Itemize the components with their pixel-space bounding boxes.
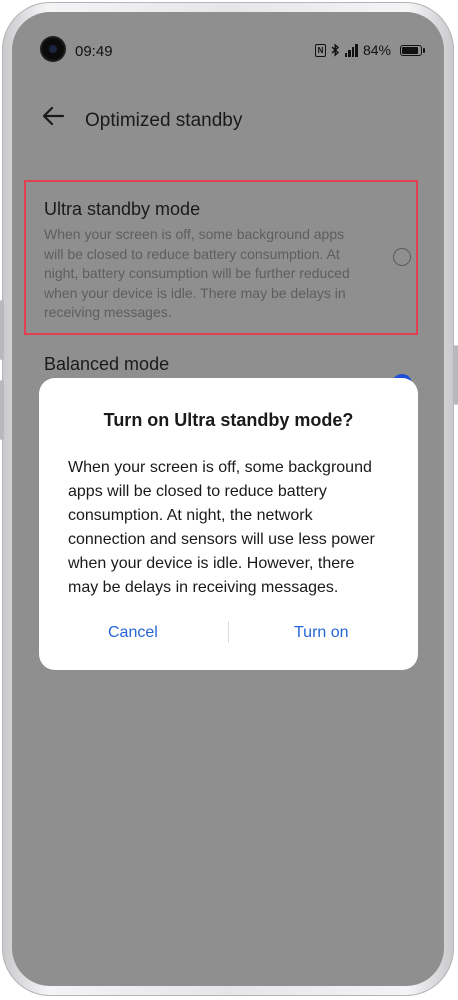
description-line: When your screen is off, some background… bbox=[44, 226, 345, 242]
volume-button-lower bbox=[0, 380, 4, 440]
screen: 09:49 N 84% Optimized standby Ultra stan… bbox=[12, 12, 444, 986]
power-button bbox=[454, 345, 458, 405]
back-arrow-icon bbox=[42, 106, 65, 126]
balanced-mode-title: Balanced mode bbox=[44, 354, 170, 374]
confirm-dialog: Turn on Ultra standby mode? When your sc… bbox=[39, 378, 418, 670]
ultra-standby-description: When your screen is off, some background… bbox=[44, 225, 350, 323]
ultra-standby-title: Ultra standby mode bbox=[44, 199, 201, 219]
description-line: will be closed to reduce battery consump… bbox=[44, 245, 340, 262]
dialog-button-divider bbox=[228, 621, 229, 643]
signal-icon bbox=[344, 43, 358, 57]
back-button[interactable] bbox=[38, 100, 70, 132]
volume-button bbox=[0, 300, 4, 360]
turn-on-button[interactable]: Turn on bbox=[294, 624, 349, 642]
bluetooth-icon bbox=[331, 43, 340, 57]
cancel-button[interactable]: Cancel bbox=[108, 624, 158, 642]
dialog-body-line: when your device is idle. However, there bbox=[68, 555, 355, 572]
status-bar: 09:49 N 84% bbox=[12, 12, 444, 62]
status-icons: N 84% bbox=[314, 42, 425, 58]
description-line: night, battery consumption will be furth… bbox=[44, 265, 350, 281]
dialog-body: When your screen is off, some background… bbox=[68, 456, 398, 600]
description-line: receiving messages. bbox=[44, 304, 172, 320]
dialog-title: Turn on Ultra standby mode? bbox=[103, 410, 354, 430]
ultra-standby-radio[interactable] bbox=[393, 248, 411, 266]
dialog-body-line: connection and sensors will use less pow… bbox=[68, 531, 375, 548]
battery-percent: 84% bbox=[362, 42, 391, 58]
dialog-body-line: When your screen is off, some background bbox=[68, 459, 372, 476]
dialog-body-line: apps will be closed to reduce battery bbox=[68, 483, 327, 500]
status-time: 09:49 bbox=[75, 43, 113, 60]
description-line: when your device is idle. There may be d… bbox=[44, 284, 346, 301]
header: Optimized standby bbox=[12, 92, 444, 148]
front-camera bbox=[42, 38, 64, 60]
nfc-icon: N bbox=[314, 43, 326, 57]
ultra-standby-option[interactable]: Ultra standby mode When your screen is o… bbox=[24, 180, 418, 335]
dialog-body-line: may be delays in receiving messages. bbox=[68, 579, 339, 596]
dialog-body-line: consumption. At night, the network bbox=[68, 507, 313, 524]
battery-icon bbox=[400, 44, 425, 56]
page-title: Optimized standby bbox=[85, 110, 243, 131]
